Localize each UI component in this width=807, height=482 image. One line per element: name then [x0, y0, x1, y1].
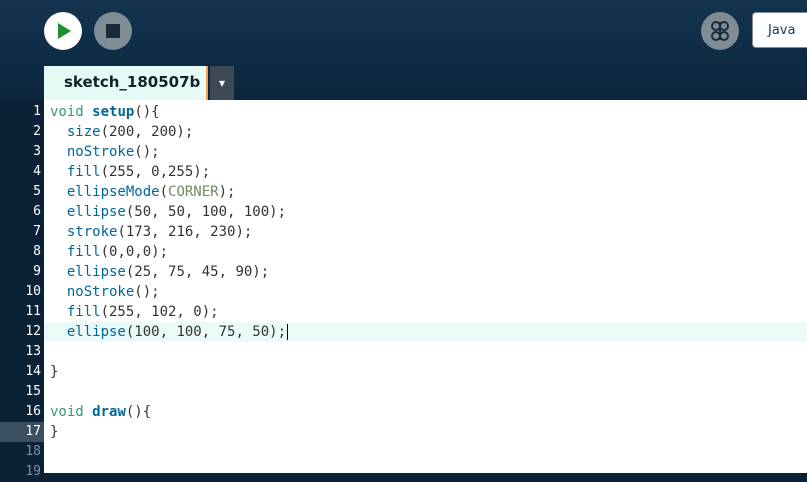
line-number: 13: [25, 344, 41, 359]
run-button[interactable]: [44, 12, 82, 50]
code-line: fill(255, 0,255);: [66, 164, 211, 180]
mode-selector[interactable]: Java: [752, 12, 807, 48]
code-line: fill(0,0,0);: [66, 244, 169, 260]
line-number: 2: [33, 124, 41, 139]
line-number: 6: [33, 204, 41, 219]
code-line: ellipse(100, 100, 75, 50);: [66, 324, 289, 340]
code-line: fill(255, 102, 0);: [66, 304, 219, 320]
line-number: 9: [33, 264, 41, 279]
text-cursor: [287, 324, 289, 340]
code-line: void draw(){: [50, 404, 152, 420]
code-line: noStroke();: [66, 144, 160, 160]
line-number: 10: [25, 284, 41, 299]
line-number: 12: [25, 324, 41, 339]
line-number: 7: [33, 224, 41, 239]
line-number: 3: [33, 144, 41, 159]
line-number: 15: [25, 384, 41, 399]
code-line: size(200, 200);: [66, 124, 194, 140]
debugger-button[interactable]: [701, 12, 739, 50]
line-number: 16: [25, 404, 41, 419]
code-line: ellipse(25, 75, 45, 90);: [66, 264, 270, 280]
line-number: 8: [33, 244, 41, 259]
code-line: }: [50, 424, 59, 440]
line-number: 11: [25, 304, 41, 319]
code-line: ellipse(50, 50, 100, 100);: [66, 204, 287, 220]
line-number: 14: [25, 364, 41, 379]
stop-icon: [106, 24, 120, 38]
debugger-icon: [711, 21, 729, 41]
run-icon: [58, 23, 71, 39]
line-number: 4: [33, 164, 41, 179]
code-line: }: [50, 364, 59, 380]
tab-menu-dropdown[interactable]: ▾: [210, 66, 234, 100]
code-line: noStroke();: [66, 284, 160, 300]
line-number: 1: [33, 104, 41, 119]
tab-sketch[interactable]: sketch_180507b: [44, 66, 208, 100]
line-number: 5: [33, 184, 41, 199]
stop-button[interactable]: [94, 12, 132, 50]
line-number: 19: [25, 464, 41, 479]
code-line: void setup(){: [50, 104, 160, 120]
code-line: ellipseMode(CORNER);: [66, 184, 236, 200]
code-line: stroke(173, 216, 230);: [66, 224, 253, 240]
line-number: 18: [25, 444, 41, 459]
line-number: 17: [25, 424, 41, 439]
